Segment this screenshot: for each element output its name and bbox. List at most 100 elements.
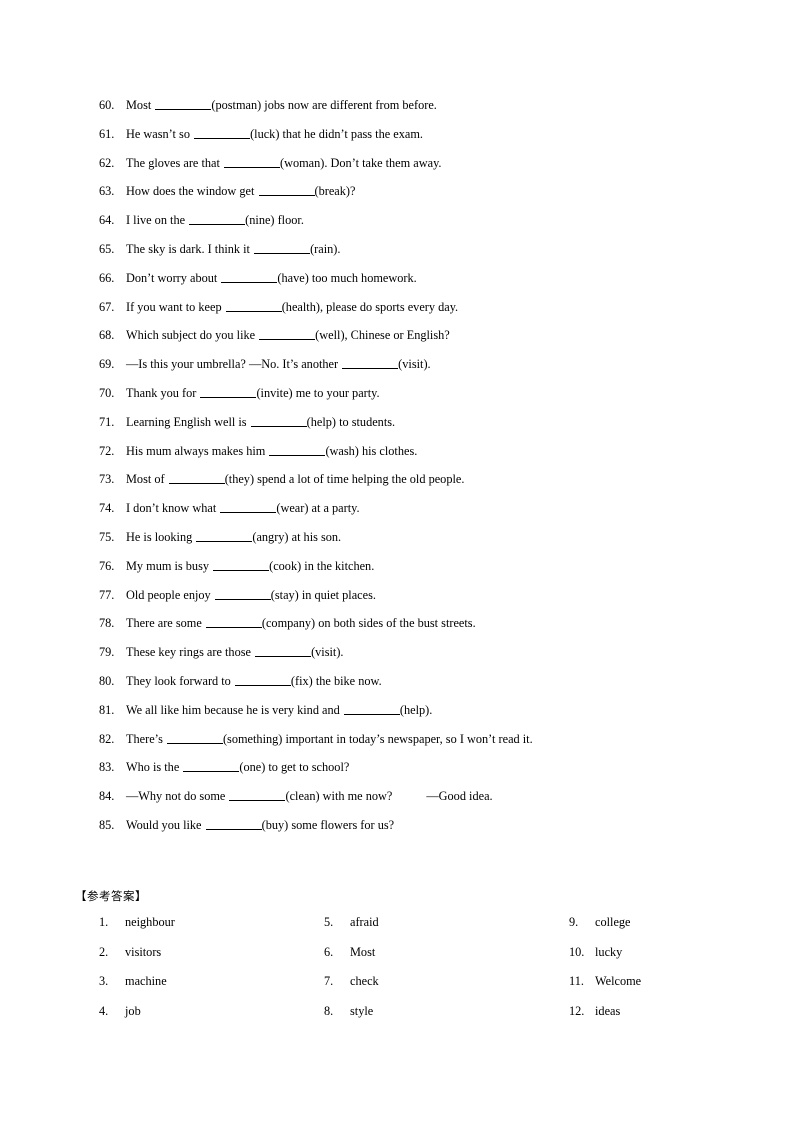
sentence-prefix: He wasn’t so <box>126 126 190 141</box>
answer-row: 1. neighbour 5. afraid 9. college <box>99 915 739 945</box>
answer-blank[interactable] <box>259 328 316 341</box>
answer-number: 10. <box>569 944 585 959</box>
sentence-prefix: There are some <box>126 616 202 631</box>
exercise-number: 68. <box>99 328 115 343</box>
sentence-suffix: (wash) his clothes. <box>325 443 418 458</box>
exercise-number: 62. <box>99 155 115 170</box>
sentence-prefix: How does the window get <box>126 184 255 199</box>
answer-blank[interactable] <box>234 674 291 686</box>
answer-blank[interactable] <box>254 242 311 254</box>
answer-blank[interactable] <box>221 271 278 283</box>
sentence-prefix: Don’t worry about <box>126 270 218 285</box>
answer-key-title: 【参考答案】 <box>75 889 147 903</box>
sentence-prefix: Thank you for <box>126 385 197 400</box>
sentence-reply: —Good idea. <box>426 789 493 804</box>
sentence-prefix: There’s <box>126 731 163 746</box>
exercise-item: 83. Who is the (one) to get to school? <box>99 760 739 789</box>
answer-blank[interactable] <box>258 184 315 197</box>
sentence-suffix: (they) spend a lot of time helping the o… <box>224 472 465 487</box>
answer-blank[interactable] <box>229 789 286 802</box>
answer-blank[interactable] <box>196 530 253 542</box>
answer-blank[interactable] <box>225 300 282 312</box>
exercise-sentence: He is looking (angry) at his son. <box>126 530 341 544</box>
sentence-suffix: (luck) that he didn’t pass the exam. <box>250 126 423 141</box>
answer-key-grid: 1. neighbour 5. afraid 9. college 2. visitors 6.… <box>99 915 739 1033</box>
answer-value: neighbour <box>125 915 175 929</box>
answer-item: 8. style <box>324 1004 569 1019</box>
answer-blank[interactable] <box>250 415 307 427</box>
answer-item: 9. college <box>569 915 739 930</box>
exercise-item: 70. Thank you for (invite) me to your par… <box>99 386 739 415</box>
exercise-sentence: Old people enjoy (stay) in quiet places. <box>126 588 376 602</box>
sentence-prefix: The gloves are that <box>126 155 220 170</box>
exercise-number: 67. <box>99 299 115 314</box>
sentence-suffix: (help) to students. <box>306 414 396 429</box>
sentence-suffix: (nine) floor. <box>245 213 304 228</box>
exercise-number: 61. <box>99 126 115 141</box>
answer-blank[interactable] <box>168 472 225 485</box>
answer-blank[interactable] <box>200 386 257 398</box>
exercise-sentence: Don’t worry about (have) too much homewo… <box>126 271 417 285</box>
sentence-prefix: Most <box>126 98 152 112</box>
exercise-number: 77. <box>99 587 115 602</box>
answer-blank[interactable] <box>255 645 312 658</box>
answer-blank[interactable] <box>205 818 262 830</box>
answer-blank[interactable] <box>223 156 280 168</box>
exercise-item: 84. —Why not do some (clean) with me now?… <box>99 789 739 818</box>
exercise-sentence: We all like him because he is very kind … <box>126 703 432 717</box>
exercise-number: 79. <box>99 645 115 660</box>
document-page: 60. Most (postman) jobs now are different… <box>0 0 794 1123</box>
exercise-item: 65. The sky is dark. I think it (rain). <box>99 242 739 271</box>
sentence-prefix: The sky is dark. I think it <box>126 241 250 256</box>
answer-row: 2. visitors 6. Most 10. lucky <box>99 945 739 975</box>
exercise-item: 80. They look forward to (fix) the bike n… <box>99 674 739 703</box>
sentence-suffix: (visit). <box>311 645 344 660</box>
sentence-suffix: (angry) at his son. <box>252 529 342 544</box>
answer-blank[interactable] <box>343 703 400 715</box>
exercise-item: 60. Most (postman) jobs now are different… <box>99 98 739 127</box>
answer-value: college <box>595 915 631 929</box>
answer-item: 7. check <box>324 974 569 989</box>
answer-blank[interactable] <box>155 98 212 110</box>
sentence-prefix: Would you like <box>126 817 202 832</box>
exercise-number: 60. <box>99 98 115 112</box>
answer-number: 8. <box>324 1003 334 1018</box>
answer-value: job <box>125 1003 141 1018</box>
exercise-sentence: My mum is busy (cook) in the kitchen. <box>126 559 374 573</box>
answer-blank[interactable] <box>220 501 277 514</box>
answer-row: 3. machine 7. check 11. Welcome <box>99 974 739 1004</box>
sentence-suffix: (one) to get to school? <box>239 760 350 775</box>
answer-blank[interactable] <box>214 588 271 600</box>
exercise-number: 85. <box>99 817 115 832</box>
answer-item: 5. afraid <box>324 915 569 930</box>
answer-blank[interactable] <box>189 213 246 226</box>
exercise-sentence: I don’t know what (wear) at a party. <box>126 501 360 515</box>
exercise-number: 73. <box>99 472 115 487</box>
exercise-number: 72. <box>99 443 115 458</box>
exercise-item: 74. I don’t know what (wear) at a party. <box>99 501 739 530</box>
sentence-suffix: (stay) in quiet places. <box>270 587 376 602</box>
answer-number: 12. <box>569 1003 585 1018</box>
sentence-prefix: I don’t know what <box>126 501 217 516</box>
answer-value: check <box>350 974 379 988</box>
exercise-sentence: The gloves are that (woman). Don’t take … <box>126 156 442 170</box>
exercise-item: 61. He wasn’t so (luck) that he didn’t pa… <box>99 127 739 156</box>
answer-blank[interactable] <box>205 616 262 629</box>
exercise-sentence: Most (postman) jobs now are different fr… <box>126 98 437 112</box>
answer-blank[interactable] <box>342 357 399 370</box>
exercise-item: 63. How does the window get (break)? <box>99 184 739 213</box>
answer-blank[interactable] <box>166 732 223 744</box>
answer-blank[interactable] <box>183 760 240 773</box>
answer-blank[interactable] <box>213 559 270 571</box>
exercise-sentence: Learning English well is (help) to stude… <box>126 415 395 429</box>
exercise-sentence: How does the window get (break)? <box>126 184 355 198</box>
exercise-sentence: Would you like (buy) some flowers for us… <box>126 818 394 832</box>
exercise-number: 64. <box>99 213 115 228</box>
exercise-item: 85. Would you like (buy) some flowers for… <box>99 818 739 847</box>
answer-blank[interactable] <box>194 127 251 139</box>
sentence-suffix: (clean) with me now? <box>285 789 393 804</box>
exercise-number: 81. <box>99 702 115 717</box>
answer-blank[interactable] <box>269 444 326 456</box>
exercise-number: 63. <box>99 184 115 199</box>
sentence-prefix: These key rings are those <box>126 645 251 660</box>
